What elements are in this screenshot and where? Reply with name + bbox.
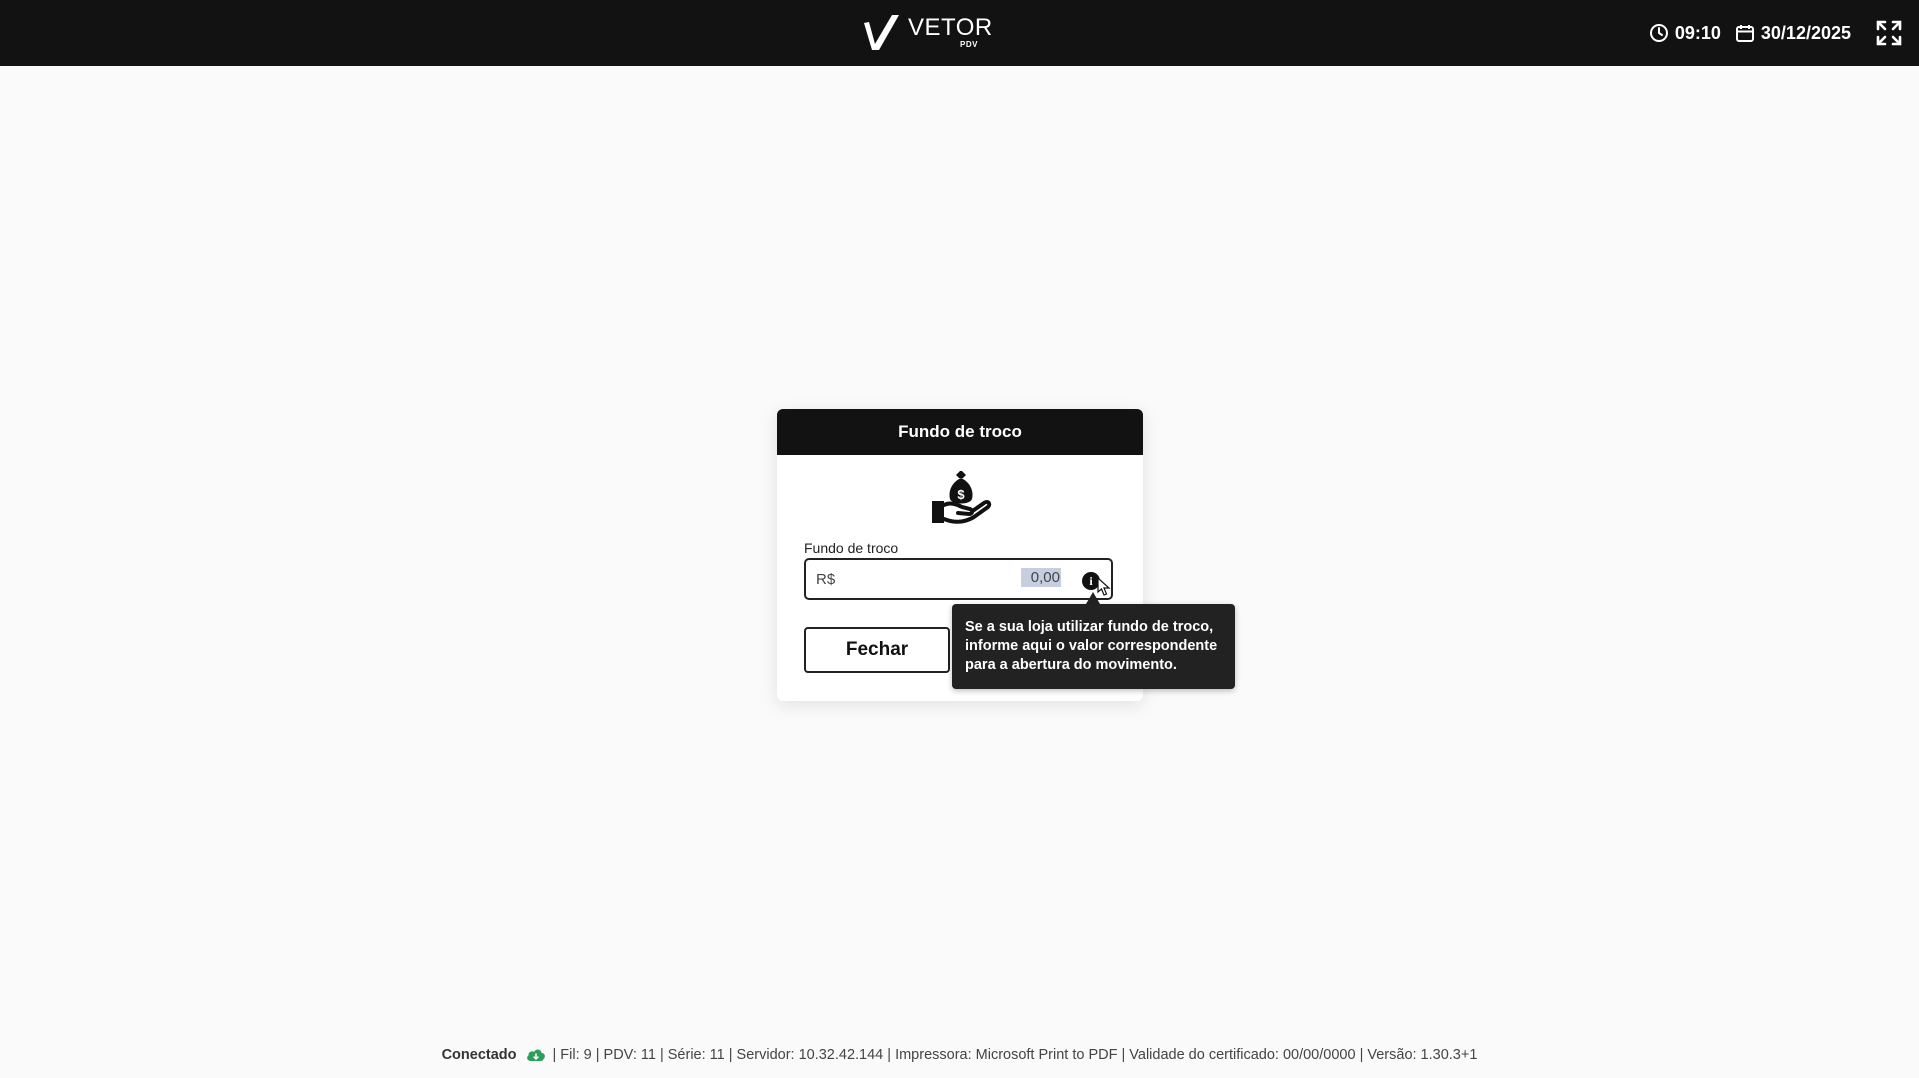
- change-fund-input[interactable]: R$ 0,00 i: [804, 558, 1113, 600]
- tooltip-line: para a abertura do movimento.: [965, 657, 1177, 673]
- date-text: 30/12/2025: [1760, 22, 1851, 43]
- cloud-sync-icon: [525, 1047, 547, 1063]
- date-display: 30/12/2025: [1735, 23, 1851, 44]
- hand-money-bag-icon: $: [932, 471, 992, 524]
- time-display: 09:10: [1649, 23, 1721, 44]
- app-logo: VETOR PDV: [862, 13, 993, 53]
- logo-sub: PDV: [960, 40, 978, 49]
- info-tooltip: Se a sua loja utilizar fundo de troco, i…: [952, 604, 1235, 689]
- time-text: 09:10: [1674, 22, 1721, 43]
- mouse-cursor-icon: [1097, 577, 1111, 596]
- tooltip-line: informe aqui o valor correspondente: [965, 638, 1218, 654]
- currency-prefix: R$: [816, 571, 836, 588]
- amount-value[interactable]: 0,00: [1021, 568, 1061, 587]
- connection-status: Conectado: [441, 1047, 517, 1063]
- status-details: | Fil: 9 | PDV: 11 | Série: 11 | Servido…: [552, 1047, 1478, 1063]
- svg-text:$: $: [957, 487, 965, 502]
- status-bar: Conectado | Fil: 9 | PDV: 11 | Série: 11…: [0, 1044, 1919, 1066]
- field-label: Fundo de troco: [804, 540, 899, 556]
- modal-title: Fundo de troco: [777, 409, 1143, 455]
- tooltip-line: Se a sua loja utilizar fundo de troco,: [965, 619, 1214, 635]
- clock-area: 09:10 30/12/2025: [1649, 0, 1919, 66]
- logo-name: VETOR: [908, 14, 993, 41]
- vetor-v-logo-icon: [864, 15, 899, 50]
- close-button[interactable]: Fechar: [804, 627, 950, 673]
- top-bar: VETOR PDV 09:10 30/12/2025: [0, 0, 1919, 66]
- calendar-icon: [1735, 25, 1754, 42]
- fullscreen-button[interactable]: [1873, 17, 1905, 49]
- clock-icon: [1649, 24, 1668, 42]
- fullscreen-icon: [1876, 20, 1902, 46]
